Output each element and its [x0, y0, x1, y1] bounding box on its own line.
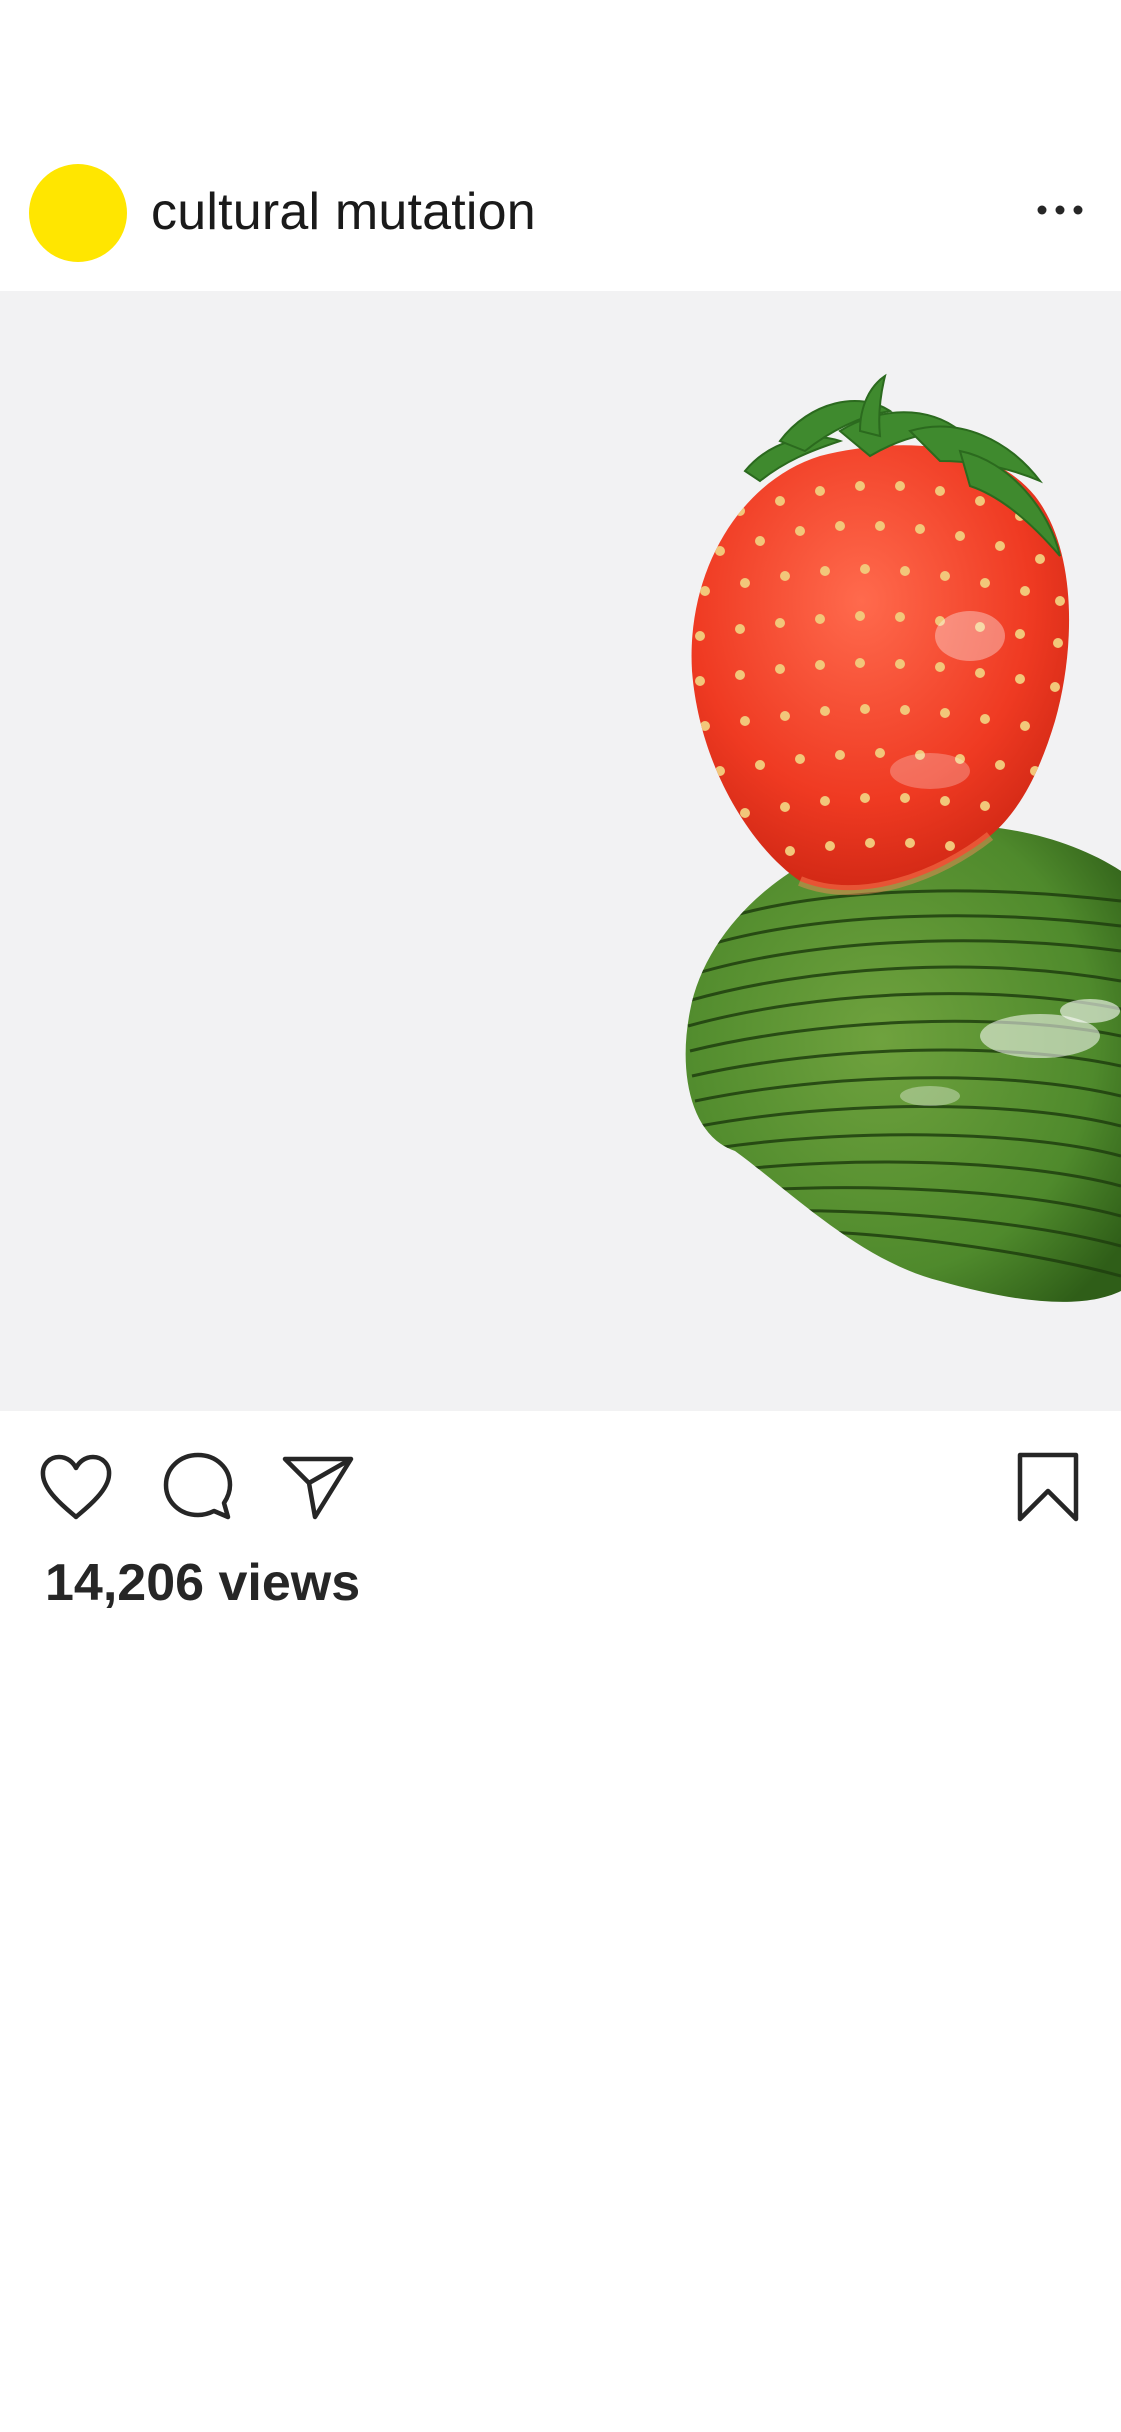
more-options-button[interactable] — [1020, 180, 1100, 240]
more-horizontal-icon — [1037, 205, 1083, 215]
like-button[interactable] — [36, 1447, 116, 1527]
comment-button[interactable] — [158, 1447, 238, 1527]
save-button[interactable] — [1008, 1447, 1088, 1527]
fruit-artwork — [685, 373, 1121, 1302]
post-image[interactable] — [0, 291, 1121, 1411]
views-count[interactable]: 14,206 views — [45, 1553, 360, 1613]
username[interactable]: cultural mutation — [151, 182, 536, 242]
avatar[interactable] — [29, 164, 127, 262]
instagram-post-screen: cultural mutation 14,206 views — [0, 0, 1121, 2432]
post-action-bar — [0, 1411, 1121, 1551]
heart-icon — [40, 1454, 112, 1520]
post-header: cultural mutation — [0, 150, 1121, 290]
bookmark-icon — [1017, 1452, 1079, 1522]
paper-plane-icon — [282, 1456, 354, 1520]
share-button[interactable] — [278, 1447, 358, 1527]
comment-icon — [163, 1452, 233, 1520]
